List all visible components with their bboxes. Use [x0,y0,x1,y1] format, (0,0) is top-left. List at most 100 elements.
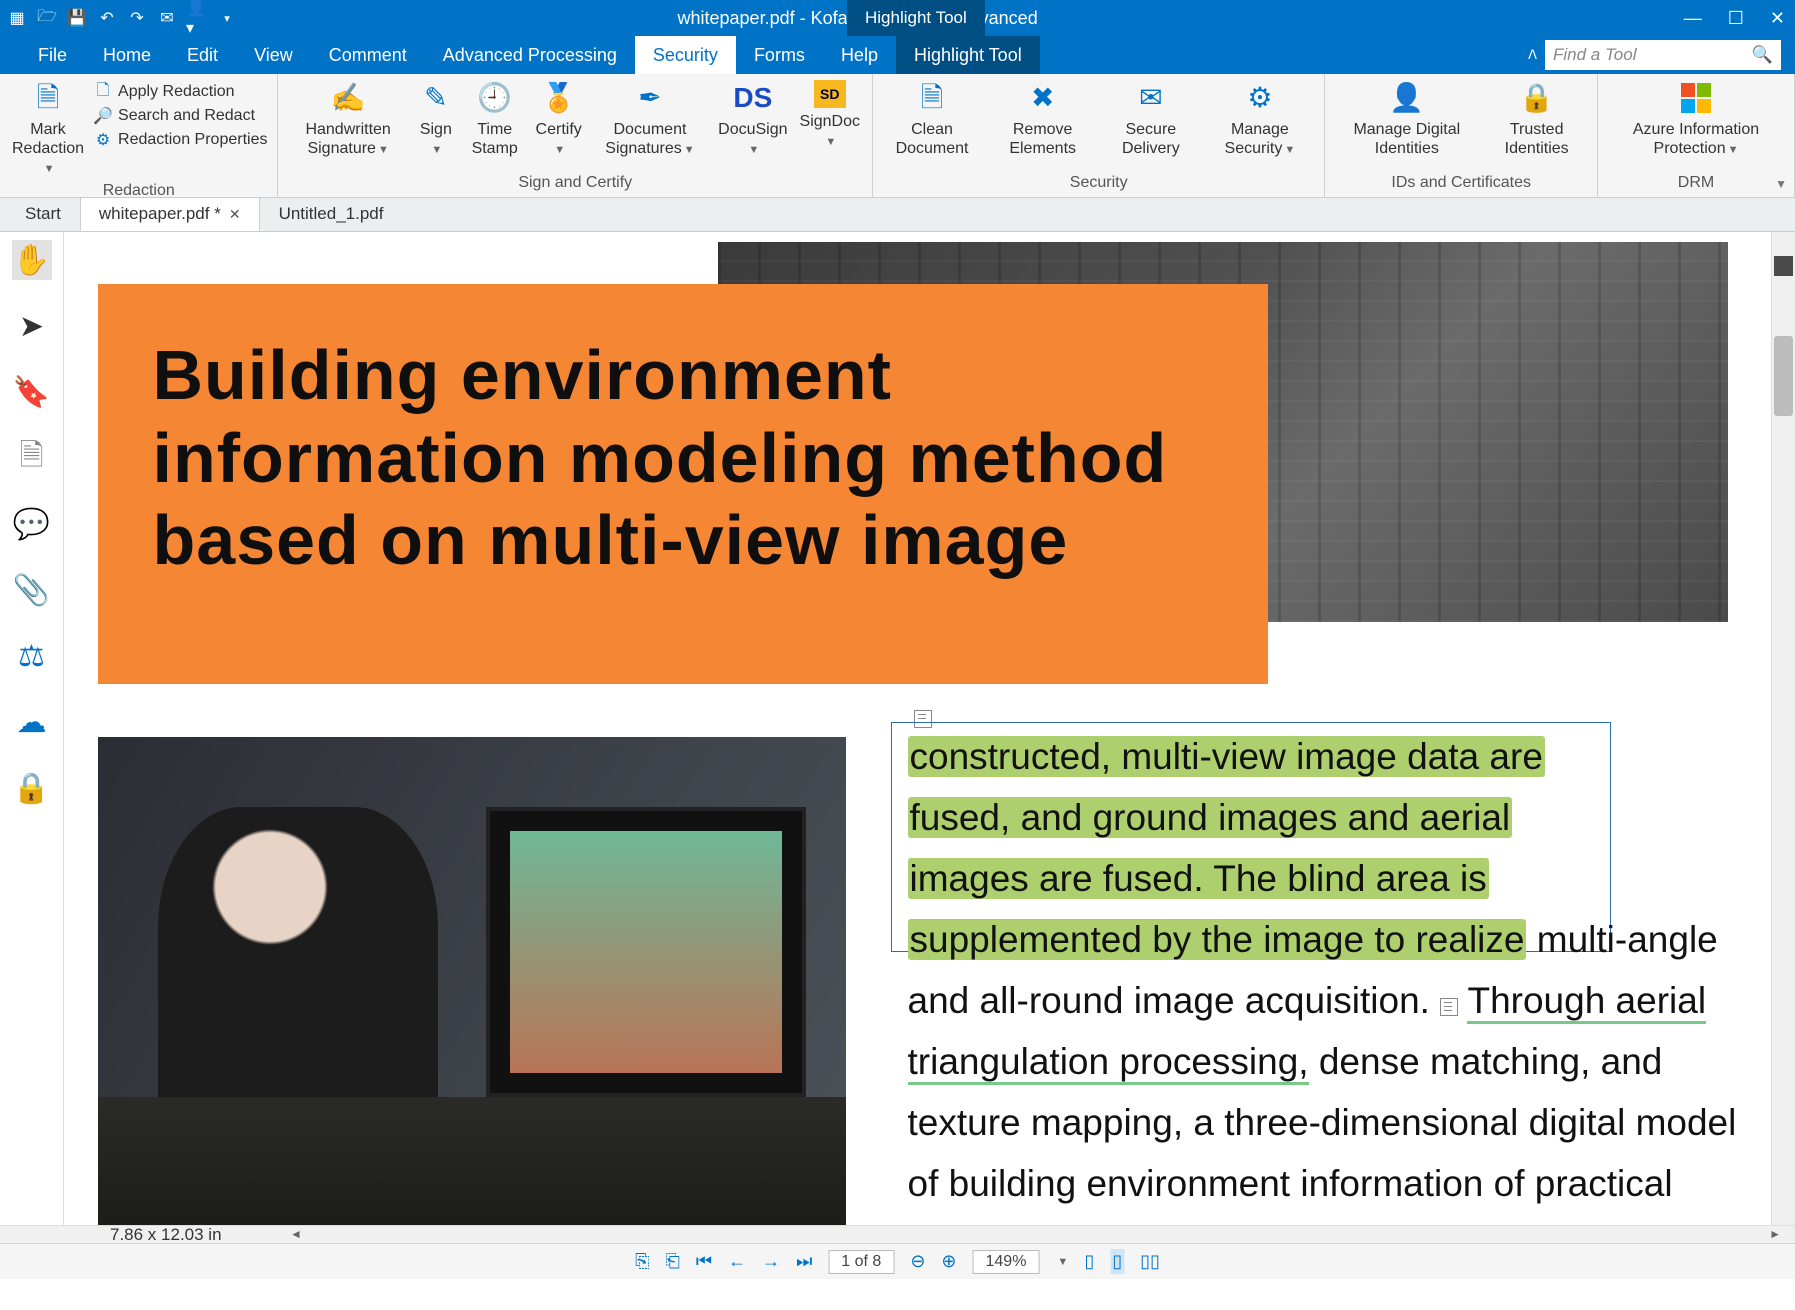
cloud-panel[interactable]: ☁ [12,702,52,742]
comment-note-icon[interactable] [1440,998,1458,1016]
zoom-in-icon[interactable]: ⊕ [941,1251,956,1272]
zoom-dropdown-icon[interactable]: ▼ [1057,1256,1068,1268]
document-viewer[interactable]: Building environment information modelin… [64,232,1771,1225]
doc-sig-icon: ✒ [632,80,668,116]
search-icon[interactable]: 🔍 [1752,45,1773,65]
menu-help[interactable]: Help [823,36,896,74]
handwritten-sig-icon: ✍ [330,80,366,116]
title-block: Building environment information modelin… [98,284,1268,684]
redo-icon[interactable]: ↷ [126,7,148,29]
left-tool-panel: ✋ ➤ 🔖 🗎 💬 📎 ⚖ ☁ 🔒 [0,232,64,1225]
tab-start[interactable]: Start [6,197,80,231]
secondary-image [98,737,846,1225]
view-facing-icon[interactable]: ▯▯ [1140,1251,1160,1272]
select-tool[interactable]: ➤ [12,306,52,346]
group-drm-label: DRM [1604,174,1788,195]
page-dimensions: 7.86 x 12.03 in [110,1225,222,1245]
time-stamp-button[interactable]: 🕘Time Stamp [460,76,530,162]
vertical-scrollbar[interactable] [1771,232,1795,1225]
menu-security[interactable]: Security [635,36,736,74]
remove-elements-button[interactable]: ✖Remove Elements [985,76,1100,162]
menu-forms[interactable]: Forms [736,36,823,74]
view-single-icon[interactable]: ▯ [1084,1251,1094,1272]
scrollbar-thumb[interactable] [1774,336,1793,416]
find-tool-input[interactable]: Find a Tool 🔍 [1545,40,1781,70]
view-continuous-icon[interactable]: ▯ [1110,1249,1124,1274]
maximize-button[interactable]: ☐ [1728,8,1744,29]
minimize-button[interactable]: — [1684,8,1702,29]
highlighted-text[interactable]: fused, and ground images and aerial [908,797,1513,838]
menu-advanced-processing[interactable]: Advanced Processing [425,36,635,74]
menu-edit[interactable]: Edit [169,36,236,74]
menu-file[interactable]: File [20,36,85,74]
menu-comment[interactable]: Comment [311,36,425,74]
menu-view[interactable]: View [236,36,311,74]
highlighted-text[interactable]: supplemented by the image to realize [908,919,1527,960]
nav-tool-icon[interactable]: ⎘ [635,1251,649,1272]
comments-panel[interactable]: 💬 [12,504,52,544]
mark-redaction-button[interactable]: 🗎 Mark Redaction ▼ [6,76,90,182]
user-icon[interactable]: 👤▾ [186,7,208,29]
azure-ip-button[interactable]: Azure Information Protection▼ [1604,76,1788,162]
stamp-panel[interactable]: ⚖ [12,636,52,676]
apply-redaction-icon: 🗋 [94,83,112,101]
menu-highlight-tool[interactable]: Highlight Tool [896,36,1040,74]
signdoc-button[interactable]: SDSignDoc▼ [794,76,866,154]
open-icon[interactable]: 🗁 [36,7,58,29]
attachments-panel[interactable]: 📎 [12,570,52,610]
highlighted-text[interactable]: constructed, multi-view image data are [908,736,1545,777]
document-heading: Building environment information modelin… [153,334,1213,582]
docusign-button[interactable]: DSDocuSign▼ [712,76,793,162]
ribbon: 🗎 Mark Redaction ▼ 🗋Apply Redaction 🔎Sea… [0,74,1795,198]
pages-panel[interactable]: 🗎 [12,438,52,478]
hand-tool[interactable]: ✋ [12,240,52,280]
contextual-tab-header: Highlight Tool [847,0,985,36]
save-icon[interactable]: 💾 [66,7,88,29]
manage-digital-identities-button[interactable]: 👤Manage Digital Identities [1331,76,1482,162]
next-page-icon[interactable]: → [762,1251,780,1272]
document-signatures-button[interactable]: ✒Document Signatures▼ [588,76,712,162]
manage-security-button[interactable]: ⚙Manage Security▼ [1201,76,1318,162]
scroll-left-icon[interactable]: ◄ [290,1227,302,1241]
redaction-icon: 🗎 [30,80,66,116]
app-icon: ▦ [6,7,28,29]
pdf-page: Building environment information modelin… [98,242,1738,1215]
certify-icon: 🏅 [541,80,577,116]
collapse-ribbon-icon[interactable]: ᐱ [1528,47,1537,63]
tab-whitepaper[interactable]: whitepaper.pdf *✕ [80,197,260,231]
search-and-redact-button[interactable]: 🔎Search and Redact [90,104,271,128]
tab-untitled[interactable]: Untitled_1.pdf [260,197,403,231]
handwritten-signature-button[interactable]: ✍Handwritten Signature▼ [284,76,411,162]
zoom-level-field[interactable]: 149% [973,1250,1040,1274]
search-redact-icon: 🔎 [94,107,112,125]
secure-delivery-button[interactable]: ✉Secure Delivery [1100,76,1201,162]
highlighted-text[interactable]: images are fused. The blind area is [908,858,1489,899]
last-page-icon[interactable]: ⏭ [796,1251,812,1272]
clean-document-button[interactable]: 🗎Clean Document [879,76,985,162]
apply-redaction-button[interactable]: 🗋Apply Redaction [90,80,271,104]
zoom-out-icon[interactable]: ⊖ [910,1251,925,1272]
horizontal-scrollbar[interactable]: 7.86 x 12.03 in ◄ ► [0,1225,1795,1243]
first-page-icon[interactable]: ⏮ [696,1251,712,1272]
close-button[interactable]: ✕ [1770,8,1785,29]
group-ids-label: IDs and Certificates [1331,174,1591,195]
qat-customize-icon[interactable]: ▾ [216,7,238,29]
ribbon-dropdown-icon[interactable]: ▼ [1775,177,1787,191]
page-number-field[interactable]: 1 of 8 [828,1250,894,1274]
security-panel[interactable]: 🔒 [12,768,52,808]
certify-button[interactable]: 🏅Certify▼ [530,76,588,162]
undo-icon[interactable]: ↶ [96,7,118,29]
azure-ip-icon [1678,80,1714,116]
mail-icon[interactable]: ✉ [156,7,178,29]
expand-panel-icon[interactable] [1774,256,1793,276]
nav-tool-icon[interactable]: ⎗ [665,1251,679,1272]
menu-home[interactable]: Home [85,36,169,74]
trusted-identities-button[interactable]: 🔒Trusted Identities [1482,76,1591,162]
scroll-right-icon[interactable]: ► [1769,1227,1781,1241]
redaction-properties-button[interactable]: ⚙Redaction Properties [90,128,271,152]
close-tab-icon[interactable]: ✕ [229,206,241,223]
bookmarks-panel[interactable]: 🔖 [12,372,52,412]
time-stamp-icon: 🕘 [477,80,513,116]
sign-button[interactable]: ✎Sign▼ [412,76,460,162]
prev-page-icon[interactable]: ← [728,1251,746,1272]
